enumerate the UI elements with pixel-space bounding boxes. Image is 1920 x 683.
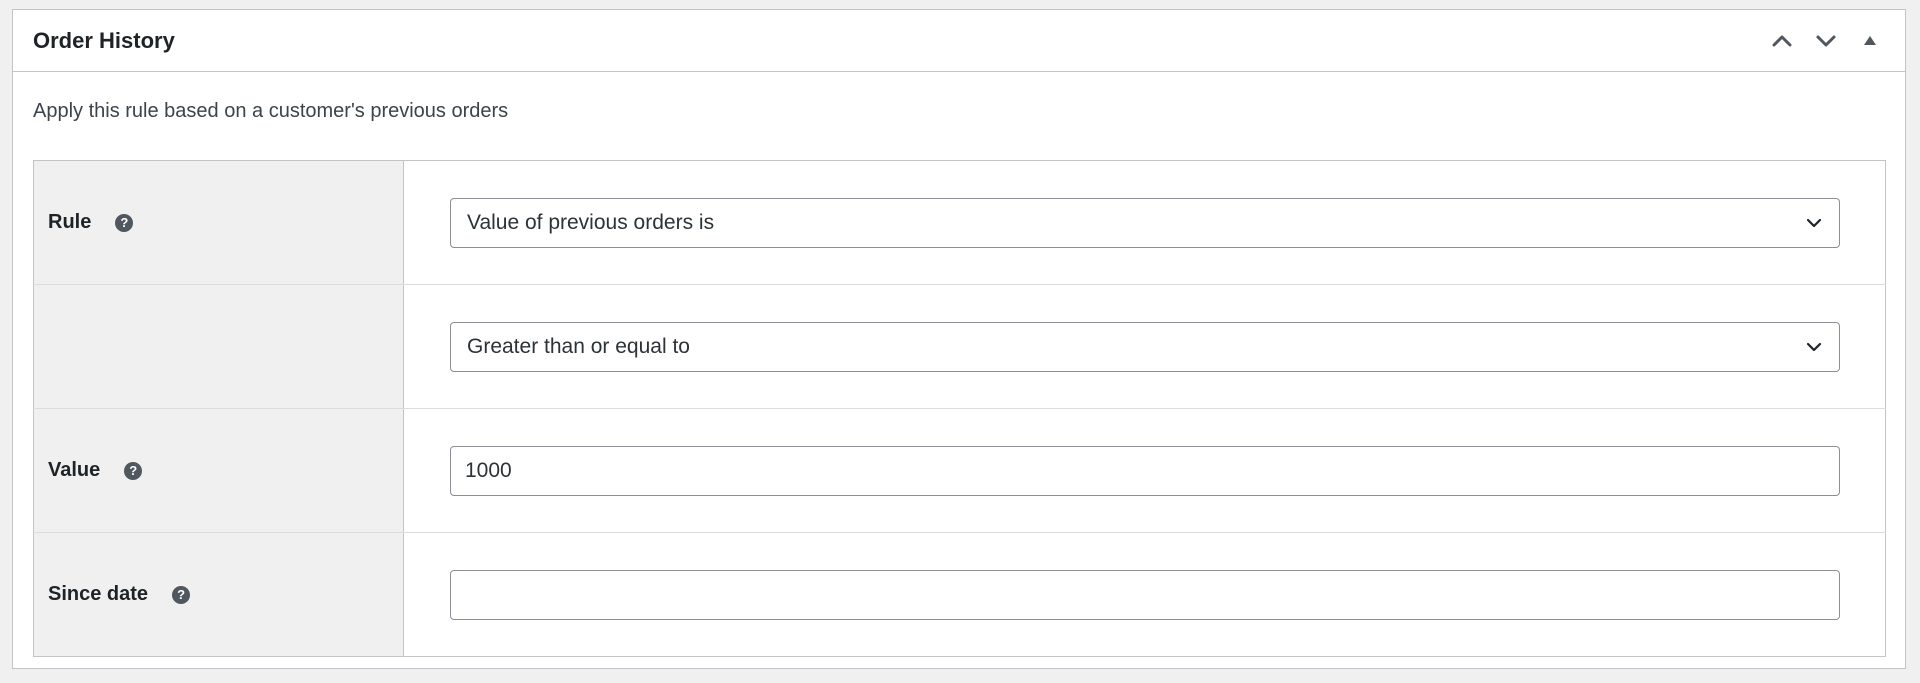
value-input[interactable] bbox=[450, 445, 1840, 496]
order-history-panel: Order History Apply this rule based on a… bbox=[12, 9, 1906, 669]
toggle-panel-button[interactable] bbox=[1851, 22, 1889, 60]
value-field-cell bbox=[403, 408, 1886, 533]
since-date-row: Since date ? bbox=[33, 532, 1886, 657]
panel-title: Order History bbox=[33, 27, 175, 53]
chevron-down-icon bbox=[1806, 218, 1822, 227]
value-row: Value ? bbox=[33, 408, 1886, 533]
panel-handle-actions bbox=[1763, 22, 1905, 60]
move-up-button[interactable] bbox=[1763, 22, 1801, 60]
operator-label-cell bbox=[33, 284, 404, 409]
order-history-rule-table: Rule ? Value of previous orders is Great… bbox=[33, 160, 1886, 657]
rule-row: Rule ? Value of previous orders is bbox=[33, 160, 1886, 285]
value-label: Value bbox=[48, 459, 101, 481]
rule-label: Rule bbox=[48, 211, 92, 233]
rule-select-value: Value of previous orders is bbox=[467, 210, 715, 234]
panel-body: Apply this rule based on a customer's pr… bbox=[13, 72, 1905, 657]
rule-field-cell: Value of previous orders is bbox=[403, 160, 1886, 285]
panel-header: Order History bbox=[13, 10, 1905, 72]
triangle-up-icon bbox=[1864, 35, 1876, 45]
chevron-down-icon bbox=[1816, 35, 1836, 46]
since-date-field-cell bbox=[403, 532, 1886, 657]
since-date-label-cell: Since date ? bbox=[33, 532, 404, 657]
panel-description: Apply this rule based on a customer's pr… bbox=[33, 100, 509, 122]
rule-help-icon[interactable]: ? bbox=[115, 213, 134, 232]
operator-select[interactable]: Greater than or equal to bbox=[450, 321, 1840, 372]
chevron-up-icon bbox=[1772, 35, 1792, 46]
rule-select[interactable]: Value of previous orders is bbox=[450, 197, 1840, 248]
operator-row: Greater than or equal to bbox=[33, 284, 1886, 409]
operator-select-value: Greater than or equal to bbox=[467, 334, 690, 358]
operator-field-cell: Greater than or equal to bbox=[403, 284, 1886, 409]
rule-label-cell: Rule ? bbox=[33, 160, 404, 285]
value-label-cell: Value ? bbox=[33, 408, 404, 533]
since-date-help-icon[interactable]: ? bbox=[172, 585, 191, 604]
value-help-icon[interactable]: ? bbox=[124, 461, 143, 480]
chevron-down-icon bbox=[1806, 342, 1822, 351]
move-down-button[interactable] bbox=[1807, 22, 1845, 60]
since-date-input[interactable] bbox=[450, 569, 1840, 620]
since-date-label: Since date bbox=[48, 583, 149, 605]
